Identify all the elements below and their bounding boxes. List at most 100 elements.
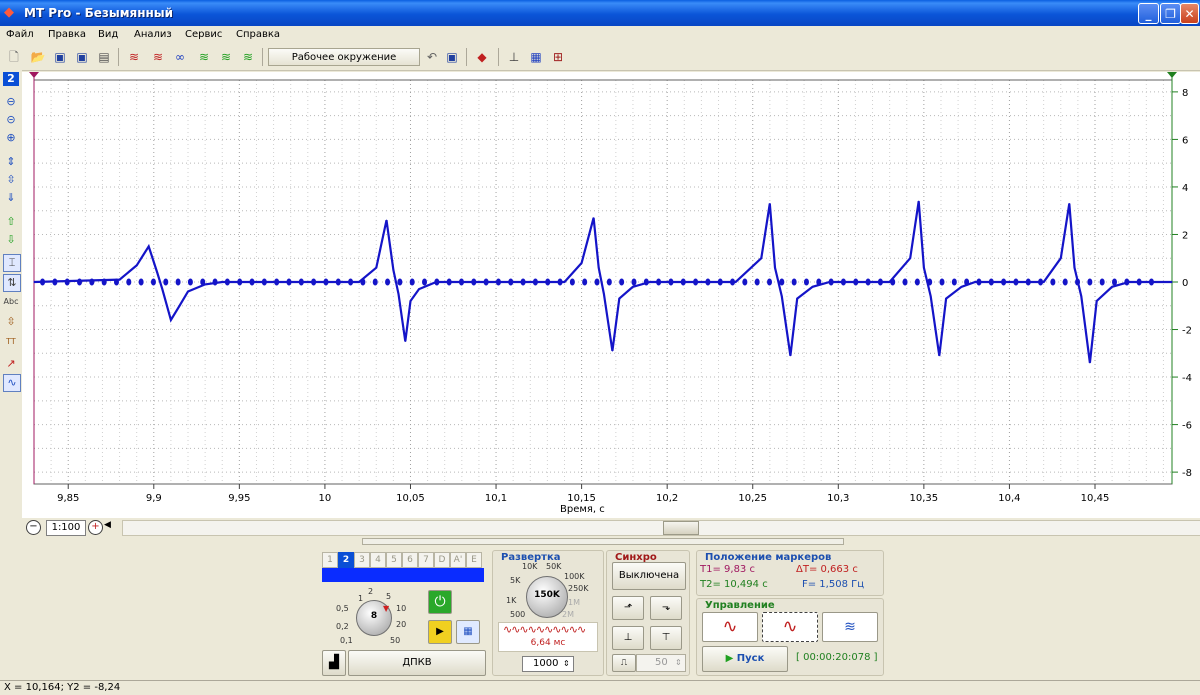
sync-level-down-button[interactable]: ⊤ xyxy=(650,626,682,650)
eraser-icon[interactable]: ◆ xyxy=(474,49,490,65)
status-bar: X = 10,164; Y2 = -8,24 xyxy=(0,680,1200,695)
scroll-thumb[interactable] xyxy=(663,521,699,535)
expand-vertical-icon[interactable]: ⇕ xyxy=(3,154,19,170)
waveform-icon[interactable]: ∿ xyxy=(3,374,21,392)
channel-tab-4[interactable]: 4 xyxy=(370,552,386,568)
channel-tab-a[interactable]: A' xyxy=(450,552,466,568)
start-button[interactable]: ▶ Пуск xyxy=(702,646,788,672)
menu-file[interactable]: Файл xyxy=(6,28,34,41)
sync-falling-button[interactable]: ⬎ xyxy=(650,596,682,620)
close-button[interactable]: ✕ xyxy=(1180,3,1199,24)
open-folder-icon[interactable]: 📂 xyxy=(30,49,46,65)
single-mode-button[interactable]: ∿ xyxy=(702,612,758,642)
sensor-icon[interactable]: ▟ xyxy=(322,650,346,676)
menu-service[interactable]: Сервис xyxy=(185,28,222,41)
data-point xyxy=(923,267,925,269)
print-icon[interactable]: ▤ xyxy=(96,49,112,65)
samples-spinner[interactable]: 1000 ⇕ xyxy=(522,656,574,672)
save-as-icon[interactable]: ▣ xyxy=(74,49,90,65)
knob-label: 0,5 xyxy=(336,604,349,613)
chart-svg[interactable]: 8 6 4 2 0 -2 -4 -6 -8 9,85 9,9 9,95 10 10,05 10,1 10,15… xyxy=(22,72,1200,518)
channel-tab-2[interactable]: 2 xyxy=(338,552,354,568)
x-tick-label: 10,25 xyxy=(738,493,767,504)
save-workspace-icon[interactable]: ▣ xyxy=(444,49,460,65)
panel-collapse-bar[interactable] xyxy=(362,538,844,545)
scale-plus-button[interactable]: + xyxy=(88,520,103,535)
baseline-blip xyxy=(212,278,218,286)
zoom-fit-icon[interactable]: ⊝ xyxy=(3,112,19,128)
channel-play-button[interactable]: ▶ xyxy=(428,620,452,644)
channel-tab-3[interactable]: 3 xyxy=(354,552,370,568)
record-mode-button[interactable]: ≋ xyxy=(822,612,878,642)
data-point xyxy=(632,286,634,288)
oscillogram-chart[interactable]: 8 6 4 2 0 -2 -4 -6 -8 9,85 9,9 9,95 10 10,05 10,1 10,15… xyxy=(22,72,1200,518)
sync-level-up-button[interactable]: ⊥ xyxy=(612,626,644,650)
horizontal-scrollbar[interactable] xyxy=(122,520,1200,536)
baseline-blip xyxy=(311,278,317,286)
amplitude-knob[interactable]: 8 ▼ xyxy=(356,600,392,636)
baseline-blip xyxy=(594,278,600,286)
x-tick-label: 10,05 xyxy=(396,493,425,504)
marker-mode-icon[interactable]: ⇅ xyxy=(3,274,21,292)
compress-vertical-icon[interactable]: ⇓ xyxy=(3,190,19,206)
window-icon[interactable]: ▦ xyxy=(528,49,544,65)
scale-minus-button[interactable]: − xyxy=(26,520,41,535)
channel-tab-d[interactable]: D xyxy=(434,552,450,568)
signal-green-icon[interactable]: ≋ xyxy=(218,49,234,65)
menu-help[interactable]: Справка xyxy=(236,28,280,41)
measure-icon[interactable]: ⇳ xyxy=(3,314,19,330)
grid-icon[interactable]: ⊞ xyxy=(550,49,566,65)
spinner-arrows-icon[interactable]: ⇕ xyxy=(563,657,570,671)
continuous-mode-button[interactable]: ∿ xyxy=(762,612,818,642)
y-tick-label: 2 xyxy=(1182,230,1188,241)
marker-t2: T2= 10,494 с xyxy=(700,579,768,590)
fit-vertical-icon[interactable]: ⇳ xyxy=(3,172,19,188)
baseline-blip xyxy=(64,278,70,286)
sync-level-spinner[interactable]: 50 ⇕ xyxy=(636,654,686,672)
scroll-left-icon[interactable]: ◀ xyxy=(104,520,111,530)
signal-multi-icon[interactable]: ≋ xyxy=(240,49,256,65)
baseline-blip xyxy=(668,278,674,286)
save-icon[interactable]: ▣ xyxy=(52,49,68,65)
undo-icon[interactable]: ↶ xyxy=(424,49,440,65)
move-down-icon[interactable]: ⇩ xyxy=(3,232,19,248)
baseline-blip xyxy=(840,278,846,286)
channel-tab-5[interactable]: 5 xyxy=(386,552,402,568)
signal-add-icon[interactable]: ≋ xyxy=(196,49,212,65)
baseline-blip xyxy=(1124,278,1130,286)
calculator-button[interactable]: ▦ xyxy=(456,620,480,644)
baseline-blip xyxy=(1136,278,1142,286)
text-icon[interactable]: Abc xyxy=(3,294,19,310)
sync-pulse-button[interactable]: ⎍ xyxy=(612,654,636,672)
minimize-button[interactable]: _ xyxy=(1138,3,1159,24)
zoom-out-icon[interactable]: ⊖ xyxy=(3,94,19,110)
signal-cross-icon[interactable]: ≋ xyxy=(150,49,166,65)
cursor-mode-icon[interactable]: ⌶ xyxy=(3,254,21,272)
scope-icon[interactable]: ⊥ xyxy=(506,49,522,65)
signal-icon[interactable]: ≋ xyxy=(126,49,142,65)
channel-power-button[interactable]: ⏻ xyxy=(428,590,452,614)
channel-tab-1[interactable]: 1 xyxy=(322,552,338,568)
channel-tab-7[interactable]: 7 xyxy=(418,552,434,568)
channel-tab-e[interactable]: E xyxy=(466,552,482,568)
graph-icon[interactable]: ↗ xyxy=(3,356,19,372)
label-icon[interactable]: TT xyxy=(3,334,19,350)
left-toolbar: 2 ⊖ ⊝ ⊕ ⇕ ⇳ ⇓ ⇧ ⇩ ⌶ ⇅ Abc ⇳ TT ↗ ∿ xyxy=(0,70,22,530)
menu-edit[interactable]: Правка xyxy=(48,28,86,41)
new-file-icon[interactable]: 🗋 xyxy=(6,49,22,65)
y-tick-label: 4 xyxy=(1182,183,1188,194)
sync-mode-dropdown[interactable]: Выключена xyxy=(612,562,686,590)
sensor-dropdown[interactable]: ДПКВ xyxy=(348,650,486,676)
spinner-arrows-icon[interactable]: ⇕ xyxy=(675,655,682,671)
sync-rising-button[interactable]: ⬏ xyxy=(612,596,644,620)
zoom-in-icon[interactable]: ⊕ xyxy=(3,130,19,146)
move-up-icon[interactable]: ⇧ xyxy=(3,214,19,230)
menu-view[interactable]: Вид xyxy=(98,28,118,41)
workspace-dropdown[interactable]: Рабочее окружение xyxy=(268,48,420,66)
channel-tab-6[interactable]: 6 xyxy=(402,552,418,568)
restore-button[interactable]: ❐ xyxy=(1160,3,1181,24)
data-point xyxy=(404,340,406,343)
signal-link-icon[interactable]: ∞ xyxy=(172,49,188,65)
knob-label: 500 xyxy=(510,610,526,619)
menu-analysis[interactable]: Анализ xyxy=(134,28,172,41)
